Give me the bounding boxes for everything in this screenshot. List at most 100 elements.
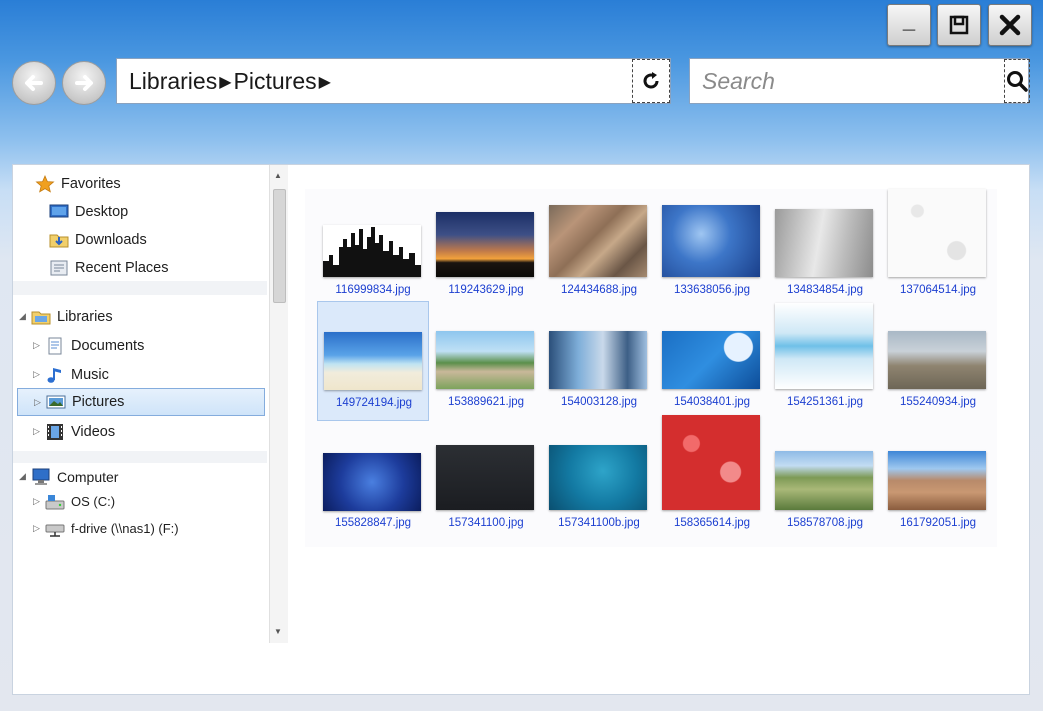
libraries-folder-icon: [31, 308, 51, 326]
thumbnail: [775, 303, 873, 389]
back-button[interactable]: [12, 61, 56, 105]
sidebar-item-music[interactable]: ▷ Music: [33, 362, 109, 387]
sidebar-item-label: Pictures: [72, 394, 125, 410]
film-strip-icon: [45, 423, 65, 441]
file-name: 153889621.jpg: [447, 396, 525, 408]
sidebar-item-os-drive[interactable]: ▷ OS (C:): [33, 489, 115, 514]
sidebar-item-network-drive[interactable]: ▷ f-drive (\\nas1) (F:): [33, 516, 179, 541]
file-tile[interactable]: 157341100.jpg: [430, 422, 542, 542]
file-tile[interactable]: 154038401.jpg: [656, 301, 768, 421]
collapsed-triangle-icon[interactable]: ▷: [33, 496, 45, 507]
collapsed-triangle-icon[interactable]: ▷: [33, 369, 45, 380]
breadcrumb-pictures[interactable]: Pictures: [234, 68, 317, 94]
sidebar-label: Libraries: [57, 308, 113, 325]
breadcrumb-libraries[interactable]: Libraries: [129, 68, 217, 94]
file-tile-selected[interactable]: 149724194.jpg: [317, 301, 429, 421]
network-drive-icon: [45, 520, 65, 538]
file-tile[interactable]: 155828847.jpg: [317, 422, 429, 542]
file-tile[interactable]: 154003128.jpg: [543, 301, 655, 421]
file-name: 158578708.jpg: [786, 517, 864, 529]
sidebar-item-pictures[interactable]: ▷ Pictures: [17, 388, 265, 416]
collapsed-triangle-icon[interactable]: ▷: [33, 523, 45, 534]
sidebar-favorites[interactable]: Favorites: [35, 171, 121, 196]
search-box[interactable]: [689, 58, 1030, 104]
close-button[interactable]: [988, 4, 1032, 46]
music-note-icon: [45, 366, 65, 384]
star-icon: [35, 174, 55, 193]
documents-icon: [45, 337, 65, 355]
file-name: 155828847.jpg: [334, 517, 412, 529]
sidebar-item-desktop[interactable]: Desktop: [49, 199, 128, 224]
breadcrumb-arrow-icon[interactable]: ▶: [219, 74, 231, 91]
file-tile[interactable]: 134834854.jpg: [769, 189, 881, 309]
thumbnail: [323, 453, 421, 511]
sidebar-item-label: f-drive (\\nas1) (F:): [71, 521, 179, 536]
refresh-button[interactable]: [632, 59, 670, 103]
sidebar-item-label: Recent Places: [75, 259, 169, 276]
file-name: 158365614.jpg: [673, 517, 751, 529]
minimize-label: _: [902, 8, 916, 33]
sidebar-item-videos[interactable]: ▷ Videos: [33, 419, 115, 444]
breadcrumb-arrow-icon[interactable]: ▶: [319, 74, 331, 91]
recent-places-icon: [49, 259, 69, 277]
file-name: 124434688.jpg: [560, 284, 638, 296]
file-tile[interactable]: 153889621.jpg: [430, 301, 542, 421]
file-name: 133638056.jpg: [673, 284, 751, 296]
file-name: 155240934.jpg: [899, 396, 977, 408]
minimize-button[interactable]: _: [887, 4, 931, 46]
maximize-button[interactable]: [937, 4, 981, 46]
back-arrow-icon: [25, 75, 43, 91]
sidebar-scrollbar[interactable]: ▲ ▼: [269, 165, 288, 643]
file-tile[interactable]: 157341100b.jpg: [543, 422, 655, 542]
expanded-triangle-icon[interactable]: ◢: [19, 471, 31, 482]
close-icon: [999, 14, 1021, 36]
sidebar-item-label: Desktop: [75, 203, 129, 220]
collapsed-triangle-icon[interactable]: ▷: [34, 397, 46, 408]
thumbnail: [888, 189, 986, 277]
file-name: 157341100.jpg: [448, 517, 524, 529]
scrollbar-thumb[interactable]: [273, 189, 286, 303]
file-name: 149724194.jpg: [335, 397, 413, 409]
thumbnail: [549, 331, 647, 389]
search-input[interactable]: [690, 60, 1004, 102]
sidebar-item-label: OS (C:): [71, 494, 116, 509]
file-name: 154251361.jpg: [786, 396, 864, 408]
sidebar-item-label: Videos: [71, 423, 116, 440]
sidebar-item-recent-places[interactable]: Recent Places: [49, 255, 169, 280]
sidebar-item-downloads[interactable]: Downloads: [49, 227, 147, 252]
restore-icon: [949, 15, 969, 35]
sidebar-item-label: Downloads: [75, 231, 147, 248]
thumbnail: [888, 451, 986, 510]
collapsed-triangle-icon[interactable]: ▷: [33, 426, 45, 437]
nav-separator: [13, 281, 267, 295]
collapsed-triangle-icon[interactable]: ▷: [33, 340, 45, 351]
file-tile[interactable]: 155240934.jpg: [882, 301, 994, 421]
thumbnail: [549, 445, 647, 510]
file-tile[interactable]: 158365614.jpg: [656, 415, 768, 542]
sidebar-libraries[interactable]: ◢ Libraries: [19, 304, 113, 329]
file-tile[interactable]: 161792051.jpg: [882, 422, 994, 542]
pictures-icon: [46, 393, 66, 411]
explorer-panel: Favorites Desktop Downloads Recent Place…: [12, 164, 1030, 695]
file-tile[interactable]: 158578708.jpg: [769, 422, 881, 542]
sidebar-computer[interactable]: ◢ Computer: [19, 464, 118, 489]
file-tile[interactable]: 124434688.jpg: [543, 189, 655, 309]
file-tile[interactable]: 137064514.jpg: [882, 189, 994, 309]
expanded-triangle-icon[interactable]: ◢: [19, 311, 31, 322]
nav-separator: [13, 451, 267, 463]
file-tile[interactable]: 154251361.jpg: [769, 301, 881, 421]
drive-icon: [45, 493, 65, 511]
downloads-folder-icon: [49, 231, 69, 249]
sidebar-item-label: Documents: [71, 337, 145, 354]
address-bar[interactable]: Libraries ▶Pictures ▶: [116, 58, 671, 104]
sidebar-item-documents[interactable]: ▷ Documents: [33, 333, 144, 358]
scroll-up-icon[interactable]: ▲: [274, 171, 282, 180]
sidebar-label: Computer: [57, 468, 119, 485]
file-name: 119243629.jpg: [448, 284, 524, 296]
file-tile[interactable]: 116999834.jpg: [317, 189, 429, 309]
file-tile[interactable]: 119243629.jpg: [430, 189, 542, 309]
file-tile[interactable]: 133638056.jpg: [656, 189, 768, 309]
search-button[interactable]: [1004, 59, 1030, 103]
forward-button[interactable]: [62, 61, 106, 105]
scroll-down-icon[interactable]: ▼: [274, 627, 282, 636]
